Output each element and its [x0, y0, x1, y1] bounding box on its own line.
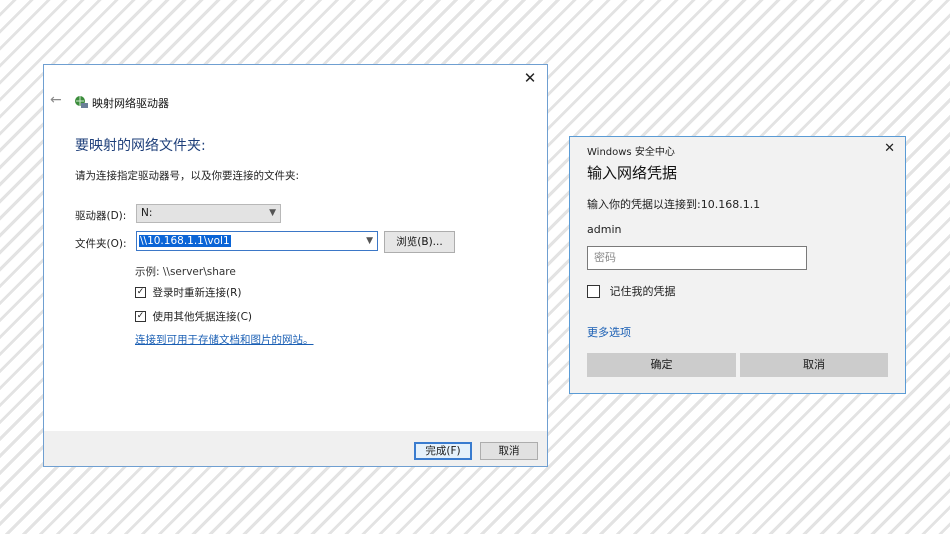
other-credentials-checkbox-row[interactable]: ✓ 使用其他凭据连接(C): [135, 309, 252, 323]
close-icon[interactable]: ✕: [519, 68, 541, 88]
reconnect-checkbox-row[interactable]: ✓ 登录时重新连接(R): [135, 285, 242, 299]
finish-button[interactable]: 完成(F): [414, 442, 472, 460]
dialog-heading: 输入网络凭据: [587, 164, 678, 182]
remember-credentials-row[interactable]: 记住我的凭据: [587, 283, 676, 299]
ok-button[interactable]: 确定: [587, 353, 736, 377]
back-arrow-icon[interactable]: ←: [50, 92, 62, 108]
connect-target-text: 输入你的凭据以连接到:10.168.1.1: [587, 198, 761, 211]
description-text: 请为连接指定驱动器号，以及你要连接的文件夹:: [75, 170, 300, 182]
other-credentials-checkbox[interactable]: ✓: [135, 311, 146, 322]
page-heading: 要映射的网络文件夹:: [75, 138, 206, 154]
network-drive-icon: [75, 96, 88, 108]
chevron-down-icon[interactable]: ▼: [366, 232, 373, 250]
reconnect-label: 登录时重新连接(R): [152, 287, 242, 299]
username-text: admin: [587, 223, 622, 236]
drive-select[interactable]: N: ▼: [136, 204, 281, 223]
chevron-down-icon[interactable]: ▼: [269, 205, 276, 222]
close-icon[interactable]: ✕: [884, 141, 895, 156]
folder-value: \\10.168.1.1\vol1: [139, 235, 231, 247]
remember-credentials-label: 记住我的凭据: [609, 285, 676, 298]
windows-security-dialog: Windows 安全中心 ✕ 输入网络凭据 输入你的凭据以连接到:10.168.…: [569, 136, 906, 394]
browse-button[interactable]: 浏览(B)...: [384, 231, 455, 253]
map-network-drive-window: ✕ ← 映射网络驱动器 要映射的网络文件夹: 请为连接指定驱动器号，以及你要连接…: [43, 64, 548, 467]
cancel-button[interactable]: 取消: [480, 442, 538, 460]
other-credentials-label: 使用其他凭据连接(C): [152, 311, 253, 323]
cancel-button[interactable]: 取消: [740, 353, 888, 377]
more-options-link[interactable]: 更多选项: [587, 324, 631, 340]
folder-label: 文件夹(O):: [75, 238, 127, 250]
folder-input[interactable]: \\10.168.1.1\vol1 ▼: [136, 231, 378, 251]
example-text: 示例: \\server\share: [135, 266, 236, 278]
window-title: 映射网络驱动器: [92, 97, 169, 110]
reconnect-checkbox[interactable]: ✓: [135, 287, 146, 298]
password-field[interactable]: 密码: [587, 246, 807, 270]
storage-website-link[interactable]: 连接到可用于存储文档和图片的网站。: [135, 332, 314, 347]
remember-credentials-checkbox[interactable]: [587, 284, 600, 298]
drive-label: 驱动器(D):: [75, 210, 127, 222]
drive-value: N:: [141, 207, 153, 219]
dialog-app-title: Windows 安全中心: [587, 147, 675, 158]
